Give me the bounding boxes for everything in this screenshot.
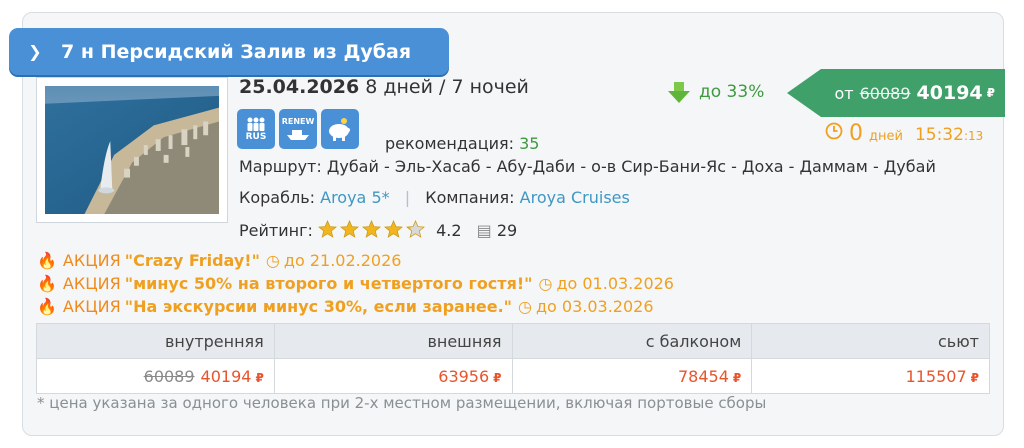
promo-until: до 03.03.2026 bbox=[535, 297, 654, 316]
company-link[interactable]: Aroya Cruises bbox=[520, 188, 630, 207]
ship-icon bbox=[287, 129, 309, 140]
promo-until: до 01.03.2026 bbox=[556, 274, 674, 293]
countdown-timer: 0 дней 15:32 :13 bbox=[825, 121, 983, 146]
fire-icon: 🔥 bbox=[37, 297, 57, 316]
badge-piggy[interactable] bbox=[321, 109, 359, 149]
star-icon bbox=[339, 220, 359, 238]
table-row: 60089 40194 ₽ 63956 ₽ 78454 ₽ 115507 ₽ bbox=[36, 358, 990, 394]
star-icon bbox=[383, 220, 403, 238]
price-tag[interactable]: от 60089 40194 ₽ bbox=[787, 69, 1005, 117]
ship-link[interactable]: Aroya 5* bbox=[320, 188, 390, 207]
clock-icon: ◷ bbox=[538, 274, 553, 293]
tour-date-line: 25.04.2026 8 дней / 7 ночей bbox=[239, 76, 529, 98]
promo-until: до 21.02.2026 bbox=[283, 251, 402, 270]
badge-label-renew: RENEW bbox=[281, 116, 315, 126]
countdown-seconds: :13 bbox=[963, 129, 984, 143]
currency-symbol: ₽ bbox=[986, 86, 995, 100]
discount-indicator: до 33% bbox=[667, 80, 764, 104]
star-icon bbox=[405, 220, 425, 238]
price-cell-balcony[interactable]: 78454 ₽ bbox=[511, 358, 753, 394]
price-value: 40194 bbox=[200, 366, 252, 386]
badge-renew[interactable]: RENEW bbox=[279, 109, 317, 149]
currency-symbol: ₽ bbox=[732, 370, 742, 385]
fire-icon: 🔥 bbox=[37, 274, 57, 293]
column-header-suite: сьют bbox=[751, 323, 990, 359]
currency-symbol: ₽ bbox=[970, 370, 979, 385]
feature-badges: RUS RENEW bbox=[237, 109, 359, 149]
tour-duration: 8 дней / 7 ночей bbox=[365, 76, 529, 98]
clock-icon bbox=[825, 122, 843, 140]
rating-label: Рейтинг: bbox=[239, 221, 313, 240]
fire-icon: 🔥 bbox=[37, 251, 57, 270]
badge-label-rus: RUS bbox=[245, 132, 267, 142]
promo-title: "Crazy Friday!" bbox=[124, 251, 260, 270]
promo-label: АКЦИЯ bbox=[62, 274, 121, 293]
people-icon bbox=[247, 117, 265, 131]
star-icon bbox=[317, 220, 337, 238]
tour-title: 7 н Персидский Залив из Дубая bbox=[61, 40, 412, 63]
column-header-outside: внешняя bbox=[273, 323, 513, 359]
countdown-days-label: дней bbox=[869, 129, 903, 144]
tour-date: 25.04.2026 bbox=[239, 76, 360, 98]
ship-label: Корабль: bbox=[239, 188, 316, 207]
route-label: Маршрут: bbox=[239, 157, 322, 176]
promo-label: АКЦИЯ bbox=[62, 297, 121, 316]
promo-item[interactable]: 🔥 АКЦИЯ "Crazy Friday!" ◷ до 21.02.2026 bbox=[37, 249, 674, 272]
price-prefix: от bbox=[834, 83, 854, 103]
price-cell-inside[interactable]: 60089 40194 ₽ bbox=[36, 358, 275, 394]
badge-rus[interactable]: RUS bbox=[237, 109, 275, 149]
route-text: Дубай - Эль-Хасаб - Абу-Даби - о-в Сир-Б… bbox=[326, 157, 936, 176]
rating-line: Рейтинг: 4.2 ▤ 29 bbox=[239, 220, 517, 240]
clock-icon: ◷ bbox=[518, 297, 532, 316]
arrow-down-icon bbox=[668, 82, 690, 103]
table-header-row: внутренняя внешняя с балконом сьют bbox=[36, 323, 990, 359]
clock-icon: ◷ bbox=[265, 251, 280, 270]
price-value: 63956 bbox=[438, 366, 490, 386]
piggy-bank-icon bbox=[329, 118, 350, 141]
rating-value: 4.2 bbox=[436, 221, 462, 240]
column-header-balcony: с балконом bbox=[511, 323, 753, 359]
price-value: 78454 bbox=[678, 366, 729, 386]
dubai-coast-image bbox=[45, 86, 219, 214]
new-price: 40194 bbox=[916, 82, 983, 104]
tour-photo[interactable] bbox=[36, 77, 228, 223]
cabin-prices-table: внутренняя внешняя с балконом сьют 60089… bbox=[36, 323, 990, 394]
countdown-time: 15:32 bbox=[914, 125, 964, 145]
company-label: Компания: bbox=[425, 188, 515, 207]
recommendation: рекомендация: 35 bbox=[385, 134, 539, 153]
countdown-days: 0 bbox=[849, 121, 863, 146]
ship-company-line: Корабль: Aroya 5* | Компания: Aroya Crui… bbox=[239, 188, 630, 207]
currency-symbol: ₽ bbox=[493, 370, 502, 385]
route-line: Маршрут: Дубай - Эль-Хасаб - Абу-Даби - … bbox=[239, 157, 936, 176]
promo-item[interactable]: 🔥 АКЦИЯ "На экскурсии минус 30%, если за… bbox=[37, 295, 674, 318]
currency-symbol: ₽ bbox=[255, 370, 264, 385]
promo-title: "минус 50% на второго и четвертого гостя… bbox=[124, 274, 533, 293]
recommendation-label: рекомендация: bbox=[385, 134, 514, 153]
old-price: 60089 bbox=[143, 366, 195, 386]
discount-label: до 33% bbox=[699, 82, 765, 102]
reviews-count[interactable]: 29 bbox=[497, 221, 517, 240]
price-cell-outside[interactable]: 63956 ₽ bbox=[273, 358, 513, 394]
star-icon bbox=[361, 220, 381, 238]
rating-stars bbox=[317, 220, 425, 238]
old-price: 60089 bbox=[859, 83, 911, 103]
separator: | bbox=[404, 188, 411, 207]
reviews-icon[interactable]: ▤ bbox=[477, 221, 492, 240]
price-cell-suite[interactable]: 115507 ₽ bbox=[751, 358, 990, 394]
price-value: 115507 bbox=[905, 366, 967, 386]
promotions: 🔥 АКЦИЯ "Crazy Friday!" ◷ до 21.02.2026 … bbox=[37, 249, 674, 318]
chevron-right-icon: ❯ bbox=[28, 42, 42, 61]
promo-title: "На экскурсии минус 30%, если заранее." bbox=[124, 297, 512, 316]
recommendation-value: 35 bbox=[519, 134, 540, 153]
promo-item[interactable]: 🔥 АКЦИЯ "минус 50% на второго и четверто… bbox=[37, 272, 674, 295]
column-header-inside: внутренняя bbox=[36, 323, 275, 359]
promo-label: АКЦИЯ bbox=[62, 251, 121, 270]
footnote: * цена указана за одного человека при 2-… bbox=[37, 394, 767, 412]
tour-title-ribbon[interactable]: ❯ 7 н Персидский Залив из Дубая bbox=[9, 28, 449, 75]
